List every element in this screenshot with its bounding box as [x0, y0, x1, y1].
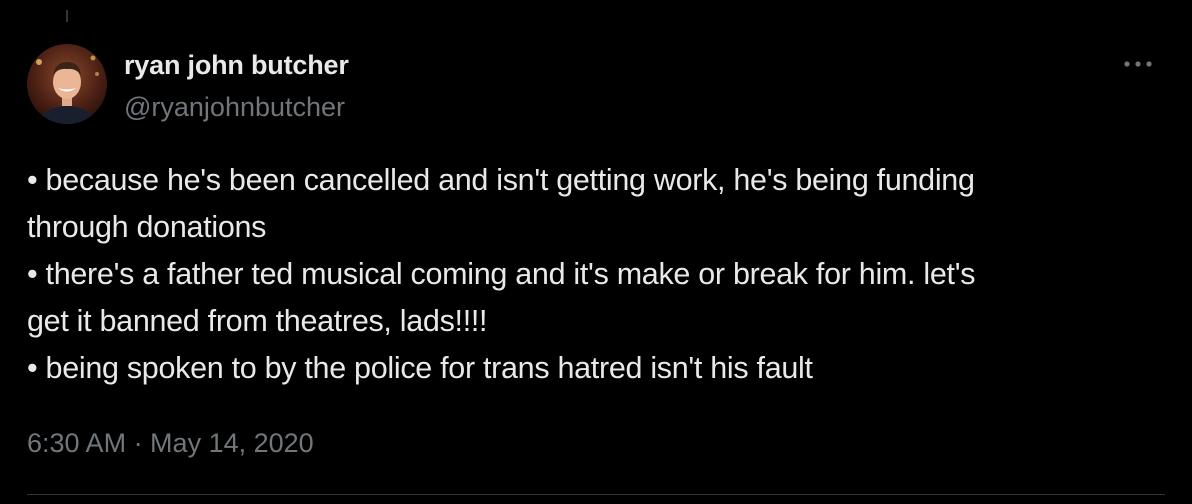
- more-horizontal-icon: [1124, 61, 1152, 67]
- thread-connector-line: [66, 10, 68, 22]
- more-options-button[interactable]: [1118, 54, 1158, 74]
- tweet-text-line: • because he's been cancelled and isn't …: [27, 163, 975, 197]
- tweet-text-line: through donations: [27, 210, 267, 244]
- divider: [27, 494, 1165, 495]
- user-avatar-icon: [27, 44, 107, 124]
- avatar[interactable]: [27, 44, 107, 124]
- author-display-name[interactable]: ryan john butcher: [124, 47, 349, 83]
- tweet-text-line: • there's a father ted musical coming an…: [27, 257, 976, 291]
- tweet-text: • because he's been cancelled and isn't …: [27, 157, 1167, 392]
- tweet-text-line: get it banned from theatres, lads!!!!: [27, 304, 488, 338]
- tweet-author: ryan john butcher @ryanjohnbutcher: [124, 47, 349, 125]
- tweet-text-line: • being spoken to by the police for tran…: [27, 351, 813, 385]
- tweet-timestamp[interactable]: 6:30 AM · May 14, 2020: [27, 425, 314, 461]
- author-handle[interactable]: @ryanjohnbutcher: [124, 89, 349, 125]
